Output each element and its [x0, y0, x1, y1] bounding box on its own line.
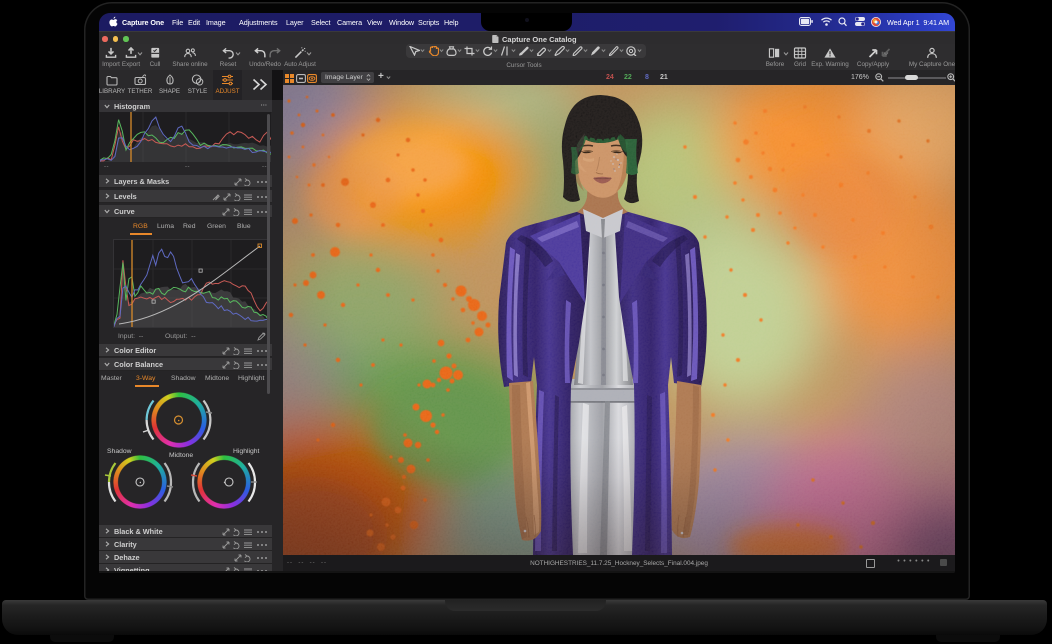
- svg-text:Midtone: Midtone: [169, 452, 193, 459]
- svg-text:Shadow: Shadow: [107, 448, 132, 455]
- svg-text:Highlight: Highlight: [233, 448, 260, 455]
